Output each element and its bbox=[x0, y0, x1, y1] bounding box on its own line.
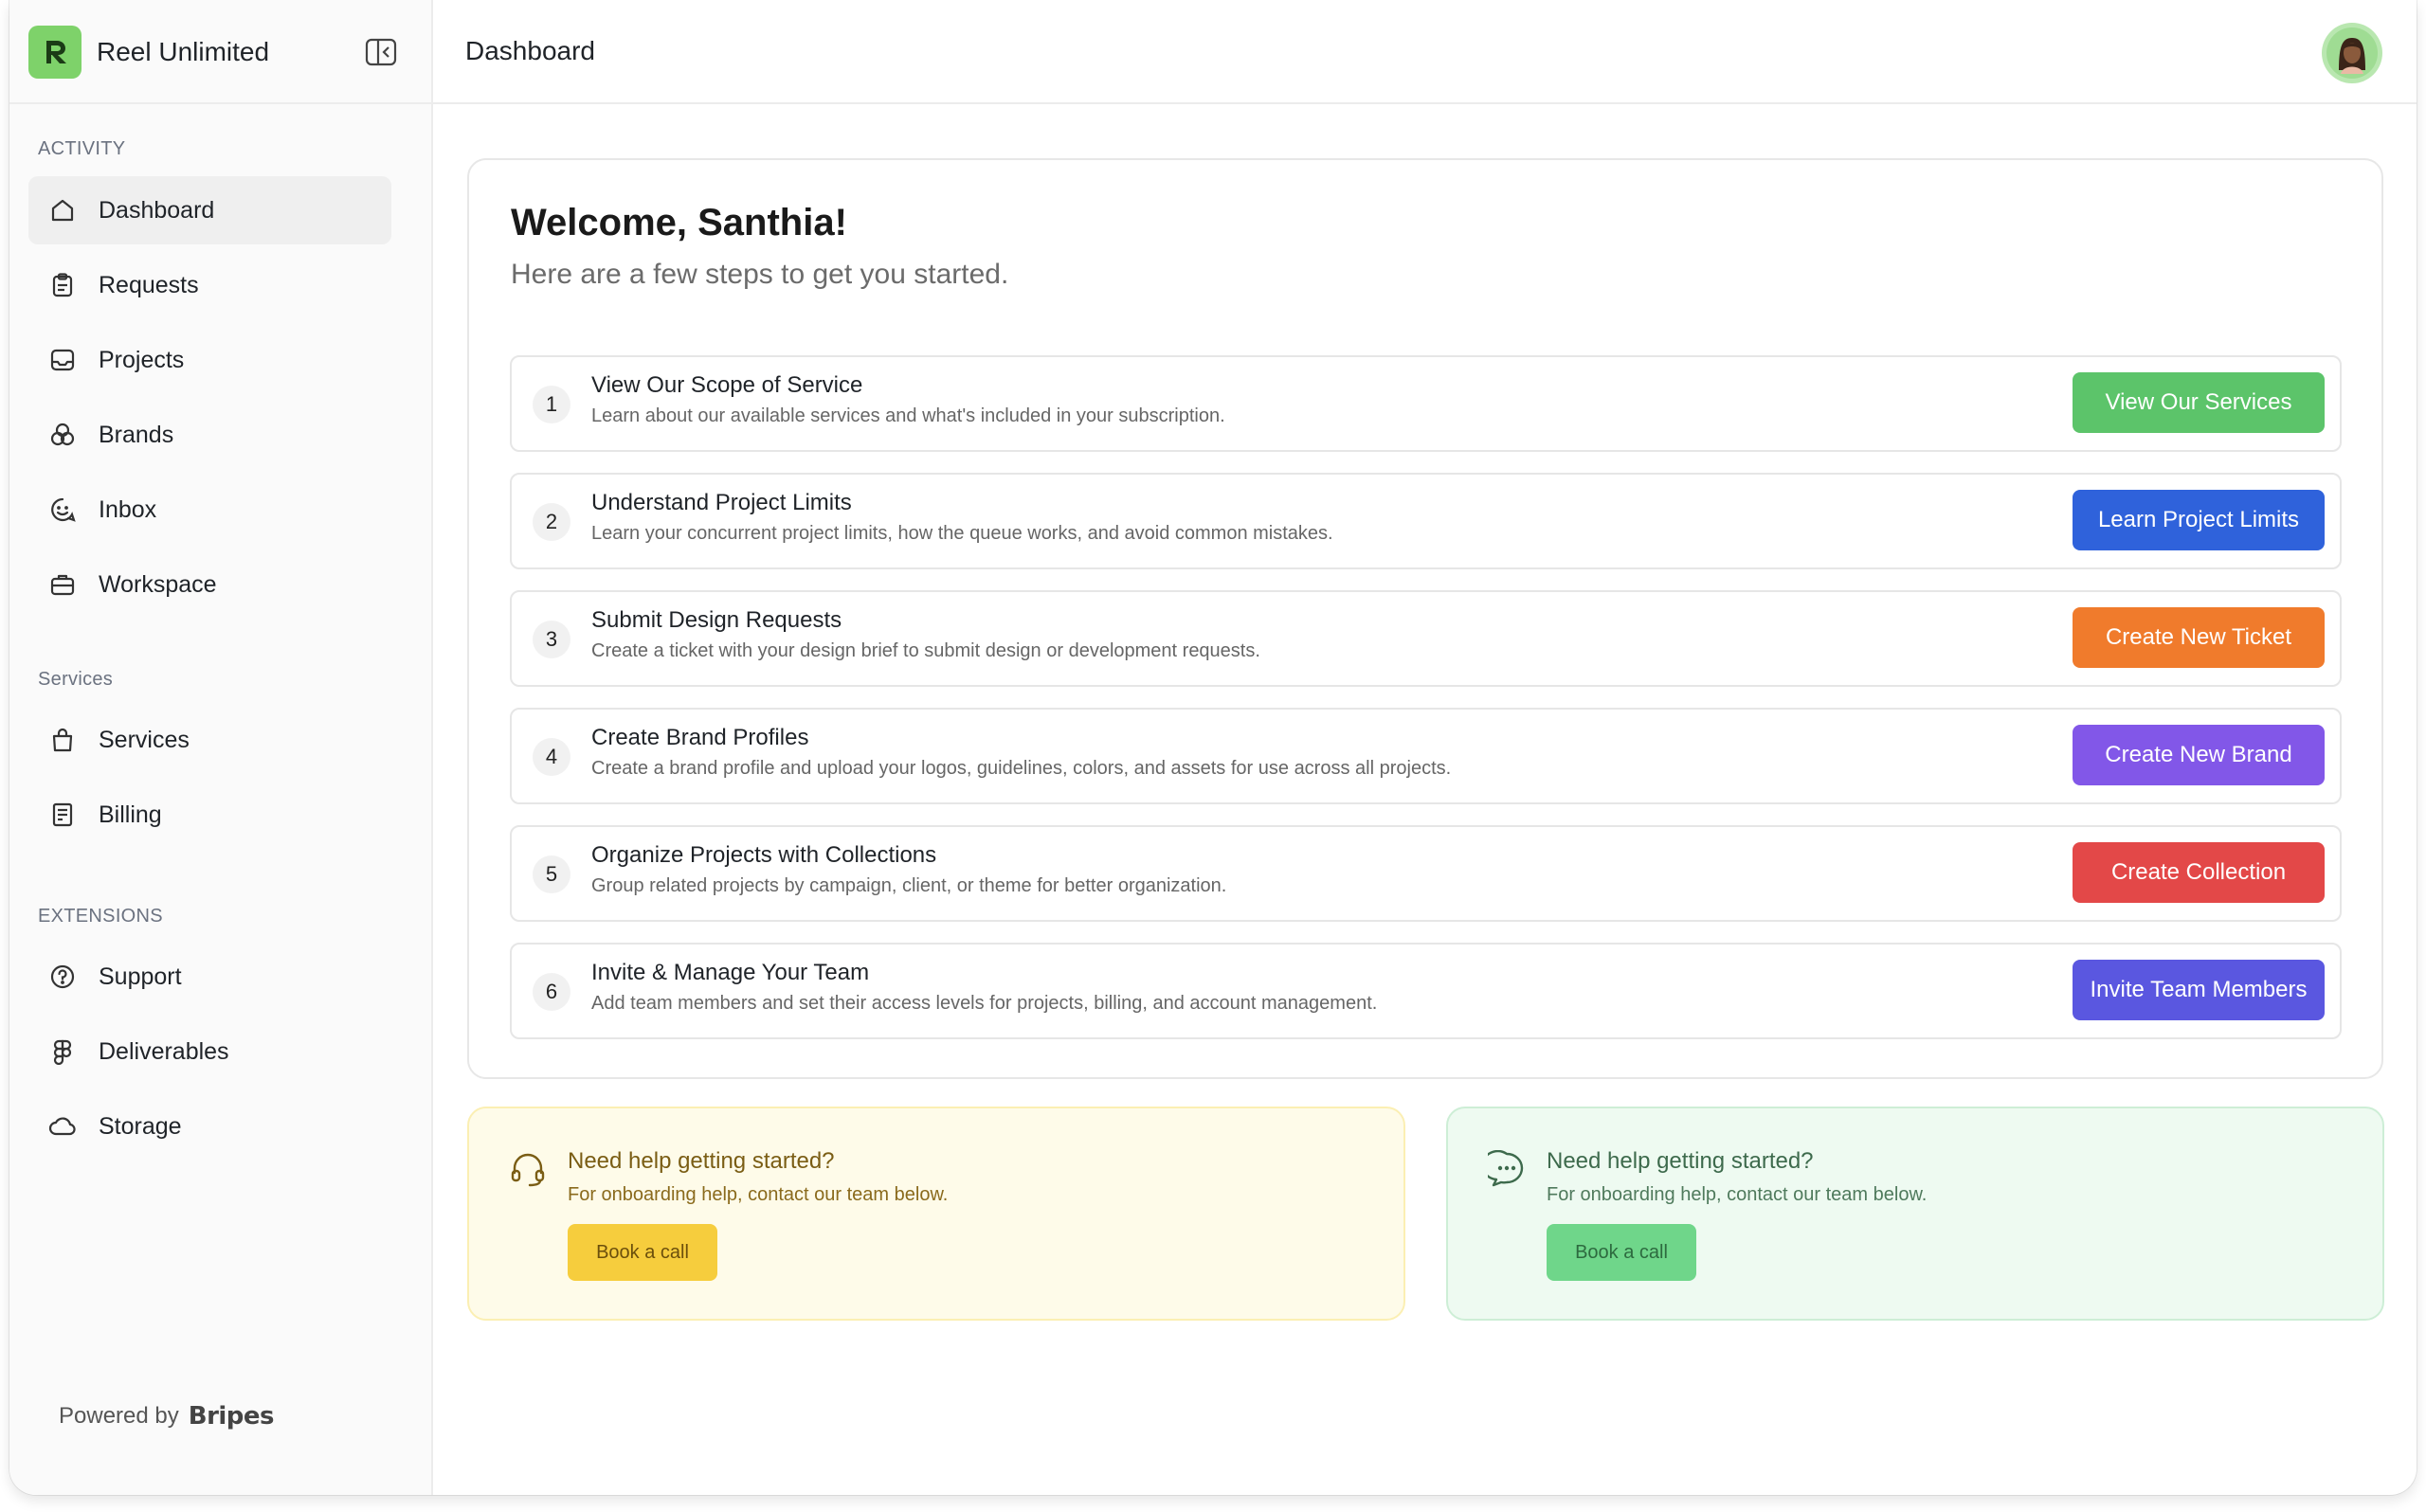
step-description: Group related projects by campaign, clie… bbox=[591, 875, 1227, 896]
user-avatar-icon bbox=[2326, 27, 2378, 79]
sidebar-item-label: Billing bbox=[99, 801, 162, 828]
welcome-subtitle: Here are a few steps to get you started. bbox=[511, 259, 1009, 290]
step-description: Learn about our available services and w… bbox=[591, 405, 1225, 426]
figma-icon bbox=[47, 1036, 78, 1067]
learn-project-limits-button[interactable]: Learn Project Limits bbox=[2073, 490, 2325, 550]
step-row: 2 Understand Project Limits Learn your c… bbox=[510, 473, 2342, 569]
brand-name: Reel Unlimited bbox=[97, 37, 270, 66]
sidebar-item-label: Dashboard bbox=[99, 196, 215, 224]
help-card-title: Need help getting started? bbox=[1547, 1148, 1814, 1174]
step-description: Create a ticket with your design brief t… bbox=[591, 640, 1260, 661]
step-number: 6 bbox=[533, 973, 570, 1011]
step-number: 2 bbox=[533, 503, 570, 541]
sidebar: Reel Unlimited ACTIVITY Dashboard Reques… bbox=[9, 0, 433, 1495]
book-a-call-button[interactable]: Book a call bbox=[568, 1224, 717, 1281]
help-card-description: For onboarding help, contact our team be… bbox=[568, 1184, 949, 1205]
section-label-activity: ACTIVITY bbox=[38, 138, 126, 159]
create-new-brand-button[interactable]: Create New Brand bbox=[2073, 725, 2325, 785]
sidebar-item-inbox[interactable]: Inbox bbox=[28, 476, 391, 544]
sidebar-toggle-icon bbox=[365, 38, 397, 66]
view-our-services-button[interactable]: View Our Services bbox=[2073, 372, 2325, 433]
step-description: Learn your concurrent project limits, ho… bbox=[591, 523, 1333, 544]
help-card-description: For onboarding help, contact our team be… bbox=[1547, 1184, 1928, 1205]
step-number: 4 bbox=[533, 738, 570, 776]
help-card-call: Need help getting started? For onboardin… bbox=[467, 1107, 1405, 1321]
step-row: 1 View Our Scope of Service Learn about … bbox=[510, 355, 2342, 452]
sidebar-item-requests[interactable]: Requests bbox=[28, 251, 391, 319]
sidebar-item-dashboard[interactable]: Dashboard bbox=[28, 176, 391, 244]
sidebar-item-workspace[interactable]: Workspace bbox=[28, 550, 391, 619]
chat-smile-icon bbox=[47, 495, 78, 525]
clipboard-icon bbox=[47, 270, 78, 300]
powered-by-label: Powered by bbox=[59, 1403, 179, 1429]
help-card-title: Need help getting started? bbox=[568, 1148, 835, 1174]
sidebar-item-label: Deliverables bbox=[99, 1037, 229, 1065]
cloud-icon bbox=[47, 1111, 78, 1142]
help-card-chat: Need help getting started? For onboardin… bbox=[1446, 1107, 2384, 1321]
sidebar-item-label: Inbox bbox=[99, 495, 157, 523]
sidebar-item-label: Support bbox=[99, 963, 182, 990]
briefcase-icon bbox=[47, 569, 78, 600]
step-row: 3 Submit Design Requests Create a ticket… bbox=[510, 590, 2342, 687]
step-description: Create a brand profile and upload your l… bbox=[591, 758, 1452, 779]
sidebar-item-projects[interactable]: Projects bbox=[28, 326, 391, 394]
step-title: Invite & Manage Your Team bbox=[591, 960, 870, 985]
section-label-extensions: EXTENSIONS bbox=[38, 906, 163, 927]
page-title: Dashboard bbox=[465, 36, 595, 65]
brand[interactable]: Reel Unlimited bbox=[28, 25, 407, 80]
step-title: Understand Project Limits bbox=[591, 490, 852, 515]
create-collection-button[interactable]: Create Collection bbox=[2073, 842, 2325, 903]
sidebar-item-label: Brands bbox=[99, 421, 174, 448]
sidebar-item-services[interactable]: Services bbox=[28, 706, 391, 774]
step-title: View Our Scope of Service bbox=[591, 372, 863, 398]
receipt-icon bbox=[47, 800, 78, 830]
sidebar-item-label: Workspace bbox=[99, 570, 217, 598]
brand-logo bbox=[28, 26, 81, 79]
sidebar-item-label: Services bbox=[99, 726, 190, 753]
step-number: 1 bbox=[533, 386, 570, 423]
create-new-ticket-button[interactable]: Create New Ticket bbox=[2073, 607, 2325, 668]
bripes-logo[interactable]: Bripes bbox=[189, 1402, 275, 1431]
help-circle-icon bbox=[47, 962, 78, 992]
step-description: Add team members and set their access le… bbox=[591, 993, 1378, 1014]
inbox-tray-icon bbox=[47, 345, 78, 375]
chat-bubble-icon bbox=[1481, 1149, 1526, 1188]
section-label-services: Services bbox=[38, 669, 114, 690]
brands-circles-icon bbox=[47, 420, 78, 450]
step-number: 3 bbox=[533, 621, 570, 658]
invite-team-members-button[interactable]: Invite Team Members bbox=[2073, 960, 2325, 1020]
getting-started-card: Welcome, Santhia! Here are a few steps t… bbox=[467, 158, 2383, 1079]
step-number: 5 bbox=[533, 855, 570, 893]
shopping-bag-icon bbox=[47, 725, 78, 755]
book-a-call-button[interactable]: Book a call bbox=[1547, 1224, 1696, 1281]
welcome-title: Welcome, Santhia! bbox=[511, 202, 847, 243]
sidebar-item-billing[interactable]: Billing bbox=[28, 781, 391, 849]
sidebar-item-label: Projects bbox=[99, 346, 185, 373]
headset-icon bbox=[509, 1150, 547, 1188]
sidebar-item-label: Requests bbox=[99, 271, 199, 298]
sidebar-item-deliverables[interactable]: Deliverables bbox=[28, 1017, 391, 1086]
sidebar-divider bbox=[9, 102, 431, 104]
top-header: Dashboard bbox=[433, 0, 2417, 104]
step-row: 5 Organize Projects with Collections Gro… bbox=[510, 825, 2342, 922]
step-row: 4 Create Brand Profiles Create a brand p… bbox=[510, 708, 2342, 804]
step-title: Submit Design Requests bbox=[591, 607, 842, 633]
step-row: 6 Invite & Manage Your Team Add team mem… bbox=[510, 943, 2342, 1039]
sidebar-item-support[interactable]: Support bbox=[28, 943, 391, 1011]
powered-by: Powered by Bripes bbox=[59, 1402, 275, 1431]
avatar[interactable] bbox=[2322, 23, 2382, 83]
sidebar-item-label: Storage bbox=[99, 1112, 182, 1140]
step-title: Create Brand Profiles bbox=[591, 725, 809, 750]
home-icon bbox=[47, 195, 78, 225]
app-window: Reel Unlimited ACTIVITY Dashboard Reques… bbox=[9, 0, 2417, 1495]
collapse-sidebar-button[interactable] bbox=[365, 37, 397, 67]
sidebar-item-brands[interactable]: Brands bbox=[28, 401, 391, 469]
sidebar-item-storage[interactable]: Storage bbox=[28, 1092, 391, 1161]
step-title: Organize Projects with Collections bbox=[591, 842, 937, 868]
